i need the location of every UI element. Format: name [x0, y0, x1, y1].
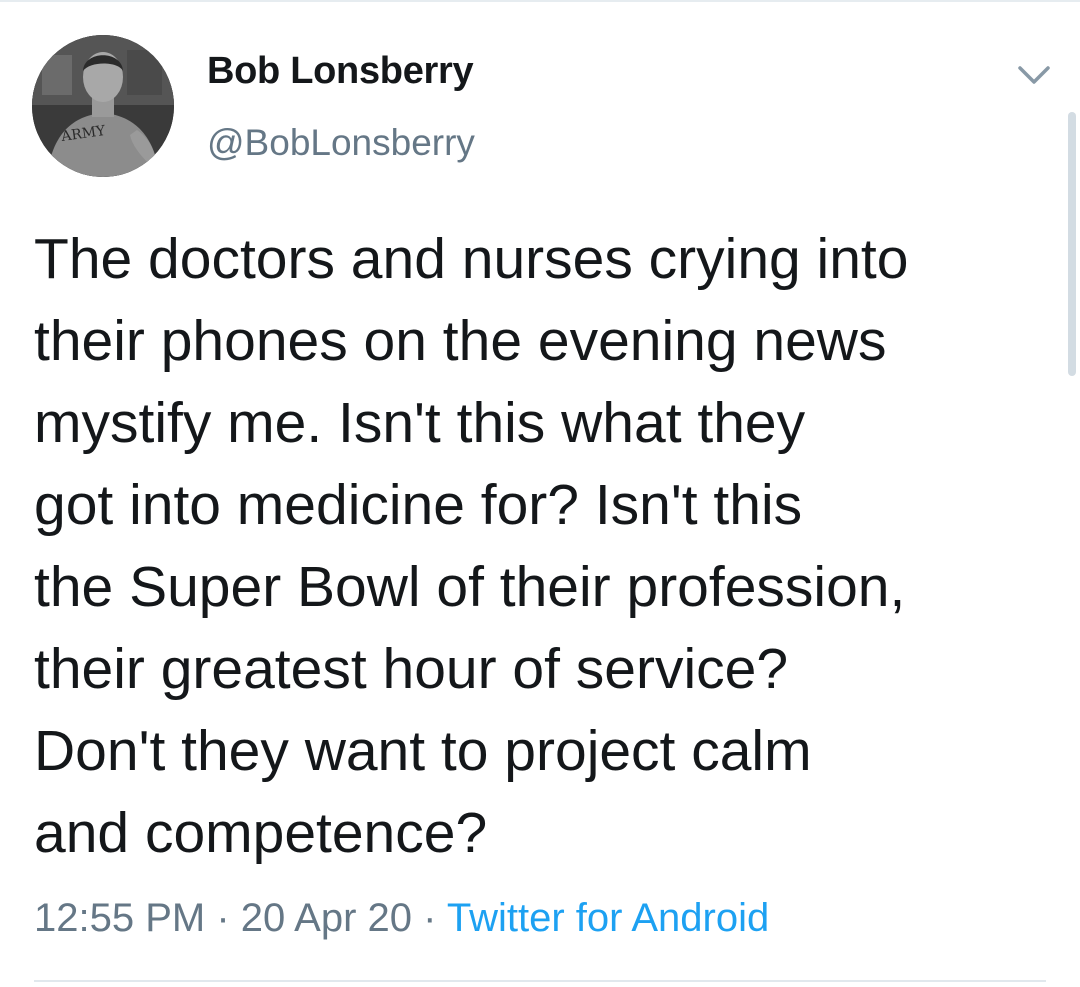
scrollbar[interactable] — [1068, 112, 1076, 376]
tweet-screen: ARMY Bob Lonsberry @BobLonsberry The doc… — [0, 0, 1080, 987]
top-divider — [0, 0, 1080, 2]
meta-separator: · — [412, 896, 447, 940]
display-name[interactable]: Bob Lonsberry — [207, 50, 474, 93]
tweet-date[interactable]: 20 Apr 20 — [241, 896, 412, 940]
tweet-meta: 12:55 PM · 20 Apr 20 · Twitter for Andro… — [34, 896, 769, 941]
avatar[interactable]: ARMY — [32, 35, 174, 177]
profile-photo: ARMY — [32, 35, 174, 177]
meta-separator: · — [205, 896, 241, 940]
chevron-down-icon[interactable] — [1014, 60, 1054, 90]
user-handle[interactable]: @BobLonsberry — [207, 122, 475, 164]
bottom-divider — [34, 980, 1046, 982]
tweet-text: The doctors and nurses crying into their… — [34, 227, 909, 865]
tweet-time[interactable]: 12:55 PM — [34, 896, 205, 940]
tweet-source-link[interactable]: Twitter for Android — [447, 896, 769, 940]
